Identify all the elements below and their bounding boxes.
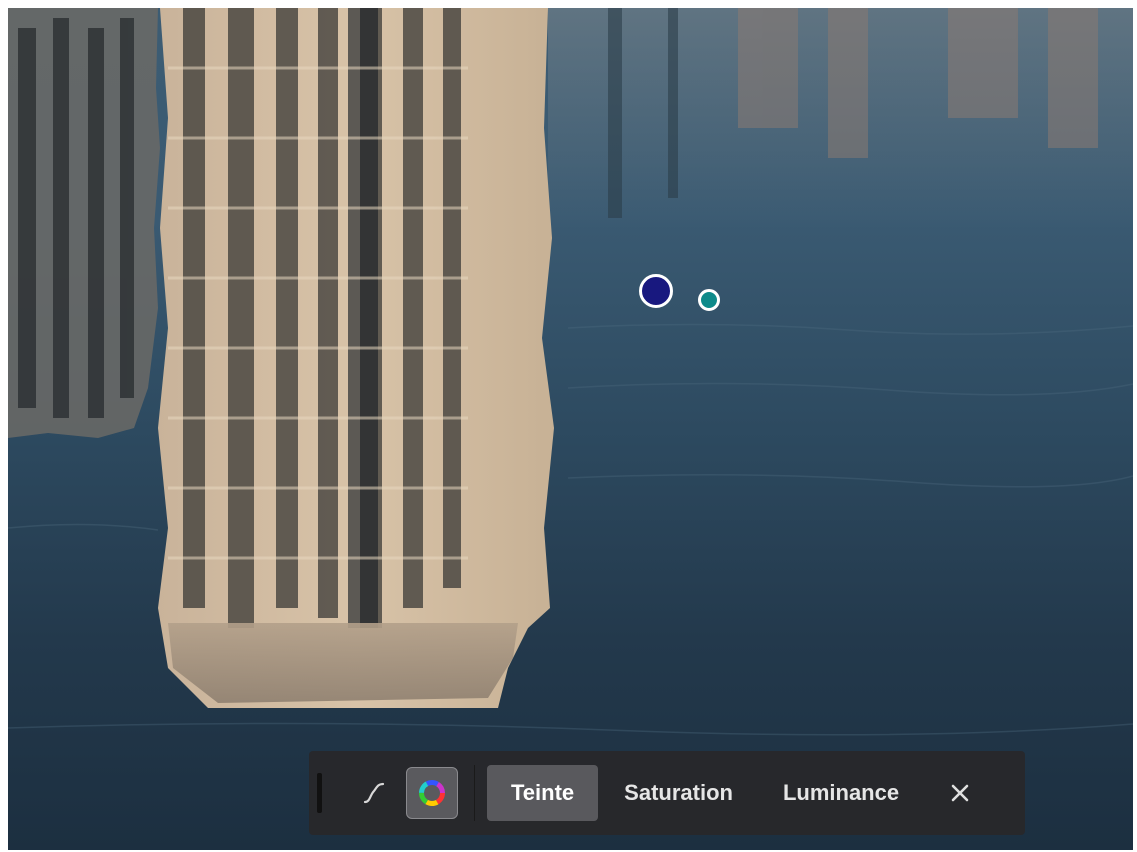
- color-point-handle-selected[interactable]: [639, 274, 673, 308]
- photo-canvas[interactable]: [8, 8, 1133, 850]
- curve-icon: [363, 782, 385, 804]
- color-wheel-tool-button[interactable]: [406, 767, 458, 819]
- toolbar-divider: [474, 765, 475, 821]
- close-button[interactable]: [935, 768, 985, 818]
- water-reflection-image: [8, 8, 1133, 736]
- toolbar-drag-handle[interactable]: [317, 773, 322, 813]
- close-icon: [951, 784, 969, 802]
- color-point-handle[interactable]: [698, 289, 720, 311]
- tab-saturation[interactable]: Saturation: [600, 765, 757, 821]
- tab-luminance[interactable]: Luminance: [759, 765, 923, 821]
- color-wheel-icon: [419, 780, 445, 806]
- curve-tool-button[interactable]: [348, 767, 400, 819]
- adjustment-toolbar: Teinte Saturation Luminance: [309, 751, 1025, 835]
- tab-teinte[interactable]: Teinte: [487, 765, 599, 821]
